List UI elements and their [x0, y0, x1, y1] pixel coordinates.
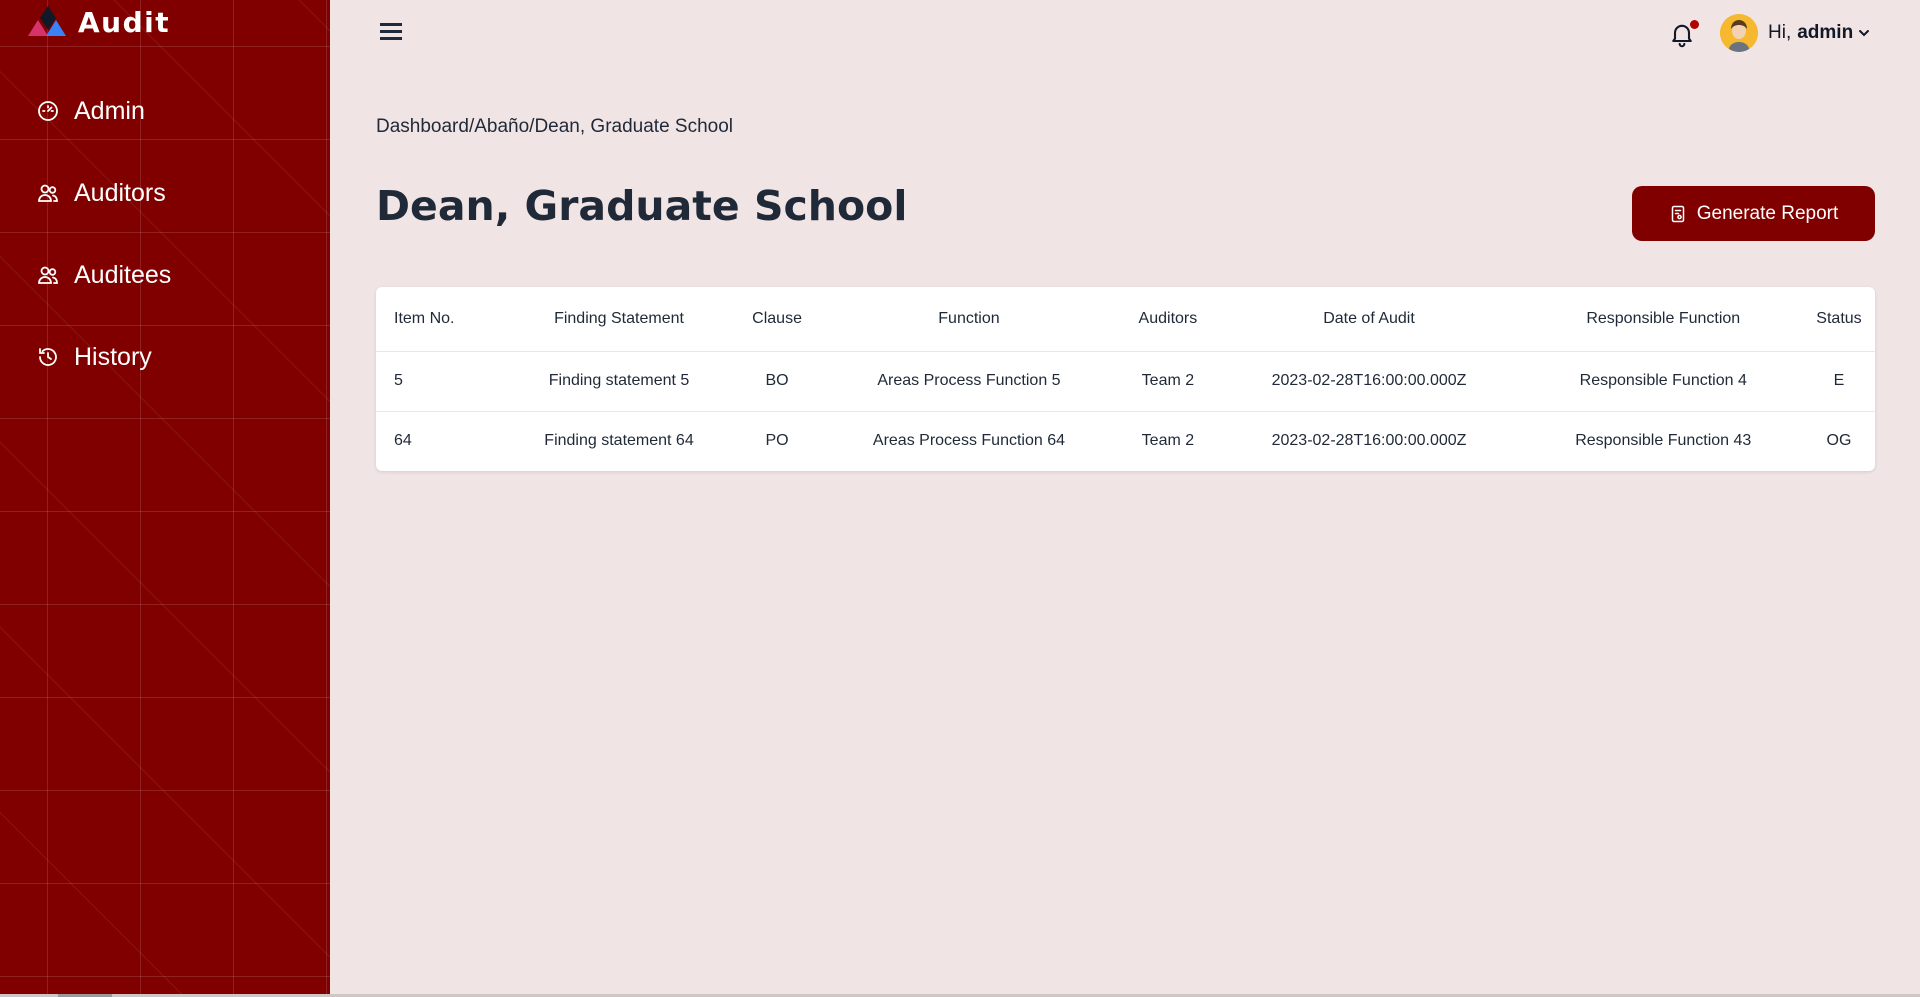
table-cell: Areas Process Function 64	[872, 432, 1065, 450]
username: admin	[1797, 22, 1854, 43]
table-cell: 5	[394, 372, 403, 389]
column-header[interactable]: Item No.	[376, 287, 500, 351]
table-cell: 2023-02-28T16:00:00.000Z	[1271, 432, 1467, 450]
table-cell: 2023-02-28T16:00:00.000Z	[1271, 372, 1467, 389]
menu-toggle-icon[interactable]	[380, 20, 402, 42]
column-header[interactable]: Date of Audit	[1214, 287, 1523, 351]
dashboard-gauge-icon	[38, 101, 58, 121]
sidebar-item-admin[interactable]: Admin	[0, 70, 330, 152]
table-cell: Finding statement 64	[544, 432, 694, 450]
column-header[interactable]: Function	[817, 287, 1122, 351]
table-cell: Team 2	[1141, 432, 1195, 450]
notification-badge	[1690, 20, 1699, 29]
avatar	[1720, 14, 1758, 52]
report-icon	[1671, 205, 1684, 222]
table-row[interactable]: 64 Finding statement 64 PO Areas Process…	[376, 411, 1875, 471]
table-cell: Responsible Function 43	[1575, 432, 1752, 450]
table-cell: OG	[1826, 432, 1852, 450]
page-title: Dean, Graduate School	[376, 182, 908, 230]
history-clock-icon	[39, 348, 57, 366]
sidebar-item-auditors[interactable]: Auditors	[0, 152, 330, 234]
table-cell: E	[1833, 372, 1845, 389]
findings-table: Item No. Finding Statement Clause Functi…	[376, 287, 1875, 471]
table-row[interactable]: 5 Finding statement 5 BO Areas Process F…	[376, 351, 1875, 411]
table-cell: 64	[394, 432, 412, 450]
column-header[interactable]: Responsible Function	[1524, 287, 1803, 351]
sidebar-item-label: Admin	[74, 96, 145, 125]
table-cell: Team 2	[1141, 372, 1195, 389]
column-header[interactable]: Clause	[738, 287, 817, 351]
column-header[interactable]: Status	[1803, 287, 1875, 351]
audit-logo-icon	[28, 6, 66, 36]
table-cell: PO	[765, 432, 789, 450]
sidebar-item-label: Auditors	[74, 178, 166, 207]
generate-report-button[interactable]: Generate Report	[1632, 186, 1875, 241]
column-header[interactable]: Finding Statement	[500, 287, 737, 351]
breadcrumb[interactable]: Dashboard/Abaño/Dean, Graduate School	[376, 116, 733, 138]
table-cell: Finding statement 5	[548, 372, 690, 389]
sidebar-item-history[interactable]: History	[0, 316, 330, 398]
chevron-down-icon	[1859, 30, 1870, 37]
users-icon	[38, 184, 58, 202]
sidebar: Audit Admin Auditors Auditees History	[0, 0, 330, 997]
table-cell: BO	[765, 372, 789, 389]
sidebar-item-auditees[interactable]: Auditees	[0, 234, 330, 316]
sidebar-item-label: Auditees	[74, 260, 172, 289]
sidebar-nav: Admin Auditors Auditees History	[0, 70, 330, 398]
column-header[interactable]: Auditors	[1121, 287, 1214, 351]
sidebar-item-label: History	[74, 342, 152, 371]
table-cell: Areas Process Function 5	[877, 372, 1061, 389]
brand[interactable]: Audit	[26, 4, 170, 40]
user-menu[interactable]: Hi, admin	[1720, 14, 1871, 52]
greeting-text: Hi,	[1768, 22, 1792, 43]
findings-table-card: Item No. Finding Statement Clause Functi…	[376, 287, 1875, 471]
users-icon	[38, 266, 58, 284]
user-greeting: Hi, admin	[1768, 22, 1853, 44]
table-cell: Responsible Function 4	[1579, 372, 1747, 389]
brand-name: Audit	[78, 5, 171, 39]
generate-report-label: Generate Report	[1696, 202, 1839, 224]
table-header-row: Item No. Finding Statement Clause Functi…	[376, 287, 1875, 351]
